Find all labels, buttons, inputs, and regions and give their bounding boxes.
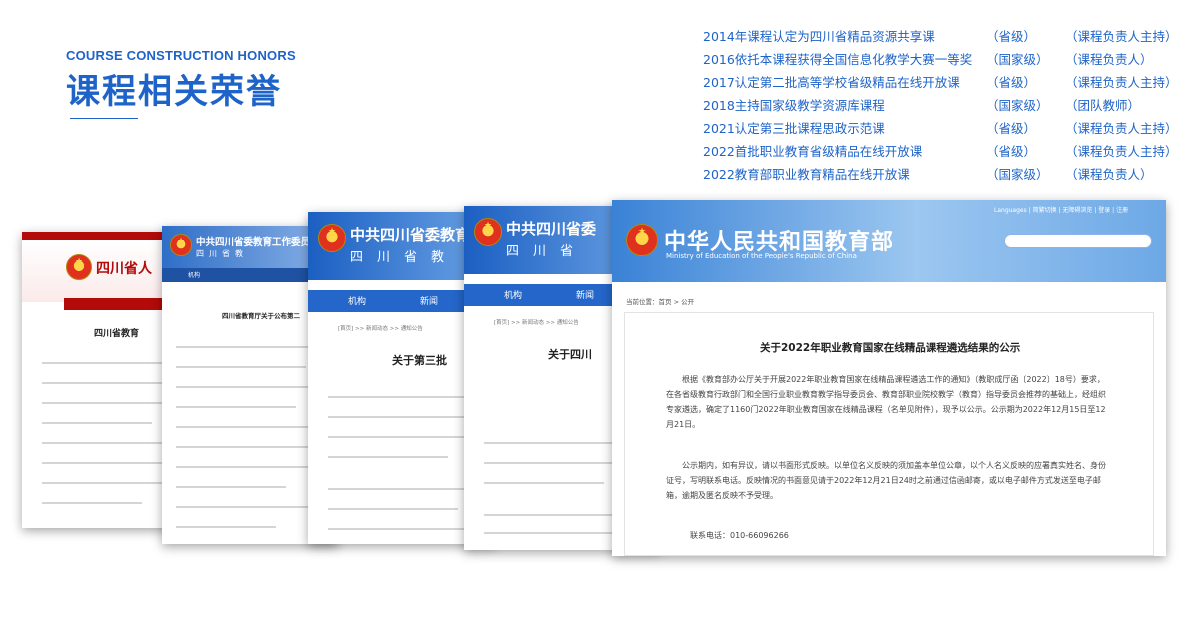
text-placeholder-line xyxy=(328,416,468,418)
card-search-box xyxy=(1004,234,1152,248)
honor-role: （课程负责人主持） xyxy=(1065,29,1178,44)
card-site-subtitle: 四川省教 xyxy=(196,249,248,258)
honor-level: （省级） xyxy=(986,29,1037,44)
card-paragraph: 根据《教育部办公厅关于开展2022年职业教育国家在线精品课程遴选工作的通知》（教… xyxy=(666,375,1106,429)
honor-item: 2018主持国家级教学资源库课程 （国家级） （团队教师） xyxy=(703,95,1173,118)
honor-role: （课程负责人） xyxy=(1065,167,1153,182)
honor-level: （省级） xyxy=(986,144,1037,159)
honor-role: （课程负责人） xyxy=(1065,52,1153,67)
text-placeholder-line xyxy=(328,488,478,490)
text-placeholder-line xyxy=(42,402,172,404)
text-placeholder-line xyxy=(42,382,162,384)
honor-text: 2018主持国家级教学资源库课程 xyxy=(703,98,885,113)
card-contact-phone: 联系电话：010-66096266 xyxy=(690,531,789,540)
card-doc-title: 关于2022年职业教育国家在线精品课程遴选结果的公示 xyxy=(760,342,1021,354)
text-placeholder-line xyxy=(42,442,172,444)
text-placeholder-line xyxy=(42,422,152,424)
card-doc-title: 关于第三批 xyxy=(392,354,447,367)
honor-text: 2022教育部职业教育精品在线开放课 xyxy=(703,167,910,182)
text-placeholder-line xyxy=(176,346,316,348)
honor-role: （课程负责人主持） xyxy=(1065,75,1178,90)
text-placeholder-line xyxy=(176,426,316,428)
card-doc-title: 关于四川 xyxy=(548,348,592,361)
honor-item: 2022教育部职业教育精品在线开放课 （国家级） （课程负责人） xyxy=(703,164,1173,187)
card-doc-title: 四川省教育厅关于公布第二 xyxy=(222,312,300,320)
section-title: 课程相关荣誉 xyxy=(66,72,282,112)
card-nav-label: 机构 xyxy=(348,297,367,307)
text-placeholder-line xyxy=(328,456,448,458)
card-nav-label: 机构 xyxy=(504,291,523,301)
text-placeholder-line xyxy=(176,406,296,408)
text-placeholder-line xyxy=(176,506,316,508)
text-placeholder-line xyxy=(176,366,306,368)
text-placeholder-line xyxy=(328,528,468,530)
card-nav-label: 新闻 xyxy=(576,291,595,301)
text-placeholder-line xyxy=(176,526,276,528)
text-placeholder-line xyxy=(176,486,286,488)
honor-text: 2014年课程认定为四川省精品资源共享课 xyxy=(703,29,935,44)
honor-text: 2017认定第二批高等学校省级精品在线开放课 xyxy=(703,75,960,90)
national-emblem-icon xyxy=(170,234,192,256)
card-site-subtitle: 四川省 xyxy=(506,244,588,259)
text-placeholder-line xyxy=(42,482,172,484)
honor-text: 2021认定第三批课程思政示范课 xyxy=(703,121,885,136)
card-site-name: 中共四川省委教育工作委员会 xyxy=(196,237,320,248)
honor-text: 2022首批职业教育省级精品在线开放课 xyxy=(703,144,923,159)
honor-item: 2022首批职业教育省级精品在线开放课 （省级） （课程负责人主持） xyxy=(703,141,1178,164)
text-placeholder-line xyxy=(176,386,316,388)
card-site-name: 中共四川省委 xyxy=(506,220,597,238)
national-emblem-icon xyxy=(318,224,346,252)
card-doc-title: 四川省教育 xyxy=(94,329,140,339)
card-site-subtitle: 四川省教 xyxy=(350,250,459,265)
card-nav-label: 机构 xyxy=(188,272,201,279)
title-divider xyxy=(70,118,138,119)
card-nav-label: 新闻 xyxy=(420,297,439,307)
text-placeholder-line xyxy=(42,462,167,464)
text-placeholder-line xyxy=(484,532,624,534)
honor-role: （课程负责人主持） xyxy=(1065,144,1178,159)
card-breadcrumb: [首页] >> 新闻动态 >> 通知公告 xyxy=(338,326,423,332)
card-site-name-en: Ministry of Education of the People's Re… xyxy=(666,252,857,260)
card-paragraph: 公示期内，如有异议，请以书面形式反映。以单位名义反映的须加盖本单位公章，以个人名… xyxy=(666,461,1106,500)
honor-role: （团队教师） xyxy=(1065,98,1141,113)
honor-item: 2017认定第二批高等学校省级精品在线开放课 （省级） （课程负责人主持） xyxy=(703,72,1178,95)
national-emblem-icon xyxy=(474,218,502,246)
honor-item: 2021认定第三批课程思政示范课 （省级） （课程负责人主持） xyxy=(703,118,1178,141)
honor-level: （省级） xyxy=(986,121,1037,136)
honor-item: 2014年课程认定为四川省精品资源共享课 （省级） （课程负责人主持） xyxy=(703,26,1178,49)
honor-role: （课程负责人主持） xyxy=(1065,121,1178,136)
section-subtitle-en: COURSE CONSTRUCTION HONORS xyxy=(66,48,296,63)
text-placeholder-line xyxy=(42,502,142,504)
honor-level: （国家级） xyxy=(986,52,1049,67)
national-emblem-icon xyxy=(66,254,92,280)
text-placeholder-line xyxy=(176,466,316,468)
screenshot-card-ministry-of-education: Languages | 简繁切换 | 无障碍浏览 | 登录 | 注册 中华人民共… xyxy=(612,200,1166,556)
text-placeholder-line xyxy=(42,362,172,364)
text-placeholder-line xyxy=(328,508,458,510)
honor-level: （国家级） xyxy=(986,167,1049,182)
card-top-links: Languages | 简繁切换 | 无障碍浏览 | 登录 | 注册 xyxy=(994,207,1129,214)
honor-level: （国家级） xyxy=(986,98,1049,113)
text-placeholder-line xyxy=(176,446,311,448)
text-placeholder-line xyxy=(328,396,478,398)
card-breadcrumb: [首页] >> 新闻动态 >> 通知公告 xyxy=(494,320,579,326)
card-site-name: 四川省人 xyxy=(96,261,152,277)
card-breadcrumb: 当前位置：首页 > 公开 xyxy=(626,298,695,306)
text-placeholder-line xyxy=(328,436,478,438)
honor-level: （省级） xyxy=(986,75,1037,90)
national-emblem-icon xyxy=(626,224,658,256)
honor-text: 2016依托本课程获得全国信息化教学大赛一等奖 xyxy=(703,52,973,67)
honor-item: 2016依托本课程获得全国信息化教学大赛一等奖 （国家级） （课程负责人） xyxy=(703,49,1173,72)
text-placeholder-line xyxy=(484,482,604,484)
honors-list: 2014年课程认定为四川省精品资源共享课 （省级） （课程负责人主持） 2016… xyxy=(703,26,1178,187)
